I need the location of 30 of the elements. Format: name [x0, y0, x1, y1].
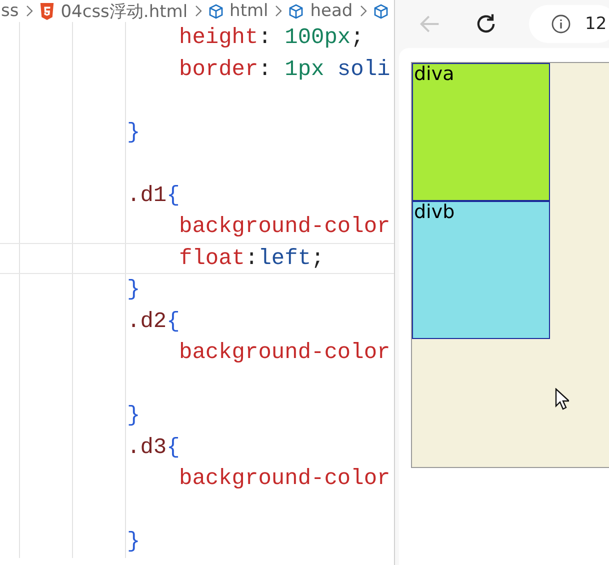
- code-line: height: 100px;: [179, 25, 364, 50]
- cube-icon: [372, 2, 389, 20]
- breadcrumb-item[interactable]: html: [230, 1, 268, 21]
- info-icon: [551, 14, 571, 34]
- box-label: diva: [413, 63, 454, 85]
- code-line: .d3{: [127, 434, 180, 460]
- breadcrumb-item[interactable]: 04css浮动.html: [60, 0, 188, 22]
- box-label: divb: [413, 201, 455, 223]
- chevron-icon: [358, 5, 367, 17]
- code-line: background-color: [179, 466, 390, 492]
- chevron-icon: [274, 5, 282, 17]
- address-bar[interactable]: 12: [529, 5, 609, 43]
- html5-icon: [38, 2, 55, 20]
- cube-icon: [288, 2, 304, 20]
- chevron-icon: [24, 5, 33, 17]
- breadcrumb-item[interactable]: head: [310, 1, 353, 21]
- code-line: background-color: [179, 214, 390, 240]
- code-line: float:left;: [179, 246, 324, 271]
- code-line: background-color: [179, 340, 390, 366]
- mouse-cursor-icon: [555, 388, 569, 410]
- code-line: .d1{: [127, 182, 180, 208]
- code-line: .d2{: [127, 308, 180, 334]
- code-line: }: [127, 403, 140, 428]
- code-line: }: [127, 120, 140, 145]
- breadcrumb-item[interactable]: ss: [1, 1, 19, 21]
- chevron-icon: [194, 5, 202, 17]
- code-line: }: [127, 277, 140, 302]
- code-line: }: [127, 529, 140, 554]
- cube-icon: [208, 2, 224, 20]
- code-line: border: 1px soli: [179, 56, 390, 82]
